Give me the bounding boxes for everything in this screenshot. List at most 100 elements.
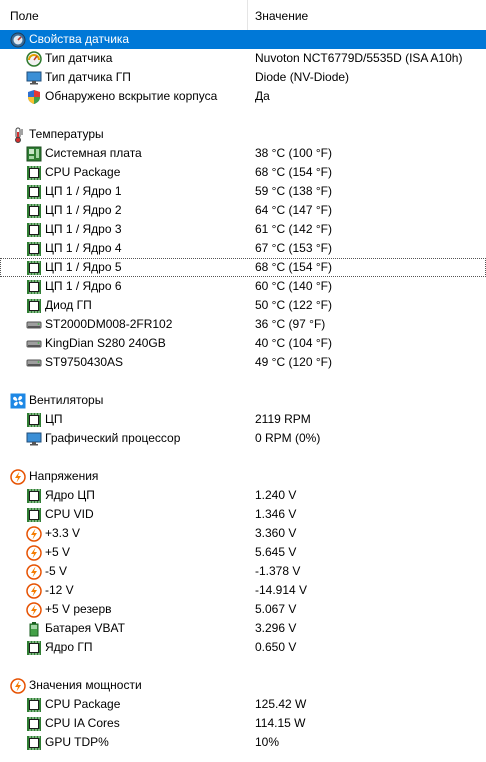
sensor-row[interactable]: ЦП 2119 RPM [0,410,486,429]
sensor-value: 61 °C (142 °F) [255,222,332,236]
sensor-value: 49 °C (120 °F) [255,355,332,369]
sensor-row[interactable]: Системная плата 38 °C (100 °F) [0,144,486,163]
sensor-row[interactable]: ST9750430AS 49 °C (120 °F) [0,353,486,372]
voltage-icon [26,526,42,542]
sensor-label: +5 V [45,545,71,559]
sensor-value: 64 °C (147 °F) [255,203,332,217]
sensor-value: 10% [255,735,280,749]
group-row[interactable]: Напряжения [0,467,486,486]
sensor-row[interactable]: Батарея VBAT 3.296 V [0,619,486,638]
sensor-row[interactable]: Диод ГП 50 °C (122 °F) [0,296,486,315]
sensor-value: -1.378 V [255,564,301,578]
thermometer-icon [10,127,26,143]
group-label: Вентиляторы [29,393,104,407]
chip-icon [26,165,42,181]
sensor-row[interactable]: Обнаружено вскрытие корпуса Да [0,87,486,106]
chip-icon [26,298,42,314]
voltage-icon [26,564,42,580]
sensor-row[interactable]: Тип датчика Nuvoton NCT6779D/5535D (ISA A… [0,49,486,68]
sensor-value: 59 °C (138 °F) [255,184,332,198]
sensor-row[interactable]: Ядро ГП 0.650 V [0,638,486,657]
voltage-icon [10,469,26,485]
sensor-label: KingDian S280 240GB [45,336,166,350]
group-row[interactable]: Температуры [0,125,486,144]
sensor-label: ЦП 1 / Ядро 3 [45,222,122,236]
sensor-label: ЦП [45,412,63,426]
sensor-value: 5.067 V [255,602,297,616]
chip-icon [26,184,42,200]
sensor-value: 5.645 V [255,545,297,559]
sensor-value: 3.360 V [255,526,297,540]
sensor-row[interactable]: GPU TDP% 10% [0,733,486,752]
column-header-value[interactable]: Значение [248,0,486,30]
column-header: Поле Значение [0,0,486,31]
sensor-value: 114.15 W [255,716,306,730]
sensor-row[interactable]: ЦП 1 / Ядро 5 68 °C (154 °F) [0,258,486,277]
sensor-value: 0 RPM (0%) [255,431,321,445]
sensor-value: 50 °C (122 °F) [255,298,332,312]
chip-icon [26,735,42,751]
sensor-row[interactable]: ЦП 1 / Ядро 1 59 °C (138 °F) [0,182,486,201]
sensor-value: 38 °C (100 °F) [255,146,332,160]
sensor-value: 68 °C (154 °F) [255,165,332,179]
monitor-icon [26,431,42,447]
motherboard-icon [26,146,42,162]
sensor-row[interactable]: CPU Package 125.42 W [0,695,486,714]
gauge-icon [26,51,42,67]
chip-icon [26,412,42,428]
sensor-value: 125.42 W [255,697,307,711]
sensor-label: Диод ГП [45,298,92,312]
chip-icon [26,260,42,276]
sensor-row[interactable]: +5 V резерв 5.067 V [0,600,486,619]
sensor-row[interactable]: ЦП 1 / Ядро 3 61 °C (142 °F) [0,220,486,239]
sensor-row[interactable]: CPU Package 68 °C (154 °F) [0,163,486,182]
sensor-row[interactable]: +3.3 V 3.360 V [0,524,486,543]
sensor-row[interactable]: -12 V -14.914 V [0,581,486,600]
monitor-icon [26,70,42,86]
voltage-icon [10,678,26,694]
column-header-field[interactable]: Поле [0,0,248,30]
sensor-label: Системная плата [45,146,142,160]
sensor-label: Ядро ГП [45,640,93,654]
sensor-row[interactable]: CPU IA Cores 114.15 W [0,714,486,733]
shield-icon [26,89,42,105]
sensor-row[interactable]: Ядро ЦП 1.240 V [0,486,486,505]
sensor-label: +5 V резерв [45,602,112,616]
sensor-value: Nuvoton NCT6779D/5535D (ISA A10h) [255,51,463,65]
sensor-label: +3.3 V [45,526,81,540]
sensor-label: ЦП 1 / Ядро 1 [45,184,122,198]
sensor-gauge-icon [10,32,26,48]
sensor-value: 67 °C (153 °F) [255,241,332,255]
chip-icon [26,488,42,504]
sensor-row[interactable]: ЦП 1 / Ядро 4 67 °C (153 °F) [0,239,486,258]
sensor-label: Батарея VBAT [45,621,125,635]
sensor-value: 1.240 V [255,488,297,502]
sensor-row[interactable]: -5 V -1.378 V [0,562,486,581]
sensor-label: Графический процессор [45,431,181,445]
sensor-value: -14.914 V [255,583,308,597]
sensor-value: 60 °C (140 °F) [255,279,332,293]
sensor-row[interactable]: ЦП 1 / Ядро 2 64 °C (147 °F) [0,201,486,220]
sensor-row[interactable]: +5 V 5.645 V [0,543,486,562]
sensor-row[interactable]: CPU VID 1.346 V [0,505,486,524]
sensor-row[interactable]: ЦП 1 / Ядро 6 60 °C (140 °F) [0,277,486,296]
group-row[interactable]: Значения мощности [0,676,486,695]
chip-icon [26,640,42,656]
chip-icon [26,241,42,257]
sensor-row[interactable]: Графический процессор 0 RPM (0%) [0,429,486,448]
group-label: Температуры [29,127,104,141]
sensor-label: Ядро ЦП [45,488,95,502]
voltage-icon [26,583,42,599]
sensor-row[interactable]: KingDian S280 240GB 40 °C (104 °F) [0,334,486,353]
sensor-row[interactable]: Тип датчика ГП Diode (NV-Diode) [0,68,486,87]
sensor-label: ЦП 1 / Ядро 2 [45,203,122,217]
group-row[interactable]: Свойства датчика [0,30,486,49]
fan-icon [10,393,26,409]
sensor-label: -12 V [45,583,74,597]
sensor-value: 3.296 V [255,621,297,635]
chip-icon [26,203,42,219]
hard-drive-icon [26,317,42,333]
sensor-row[interactable]: ST2000DM008-2FR102 36 °C (97 °F) [0,315,486,334]
group-row[interactable]: Вентиляторы [0,391,486,410]
hard-drive-icon [26,336,42,352]
